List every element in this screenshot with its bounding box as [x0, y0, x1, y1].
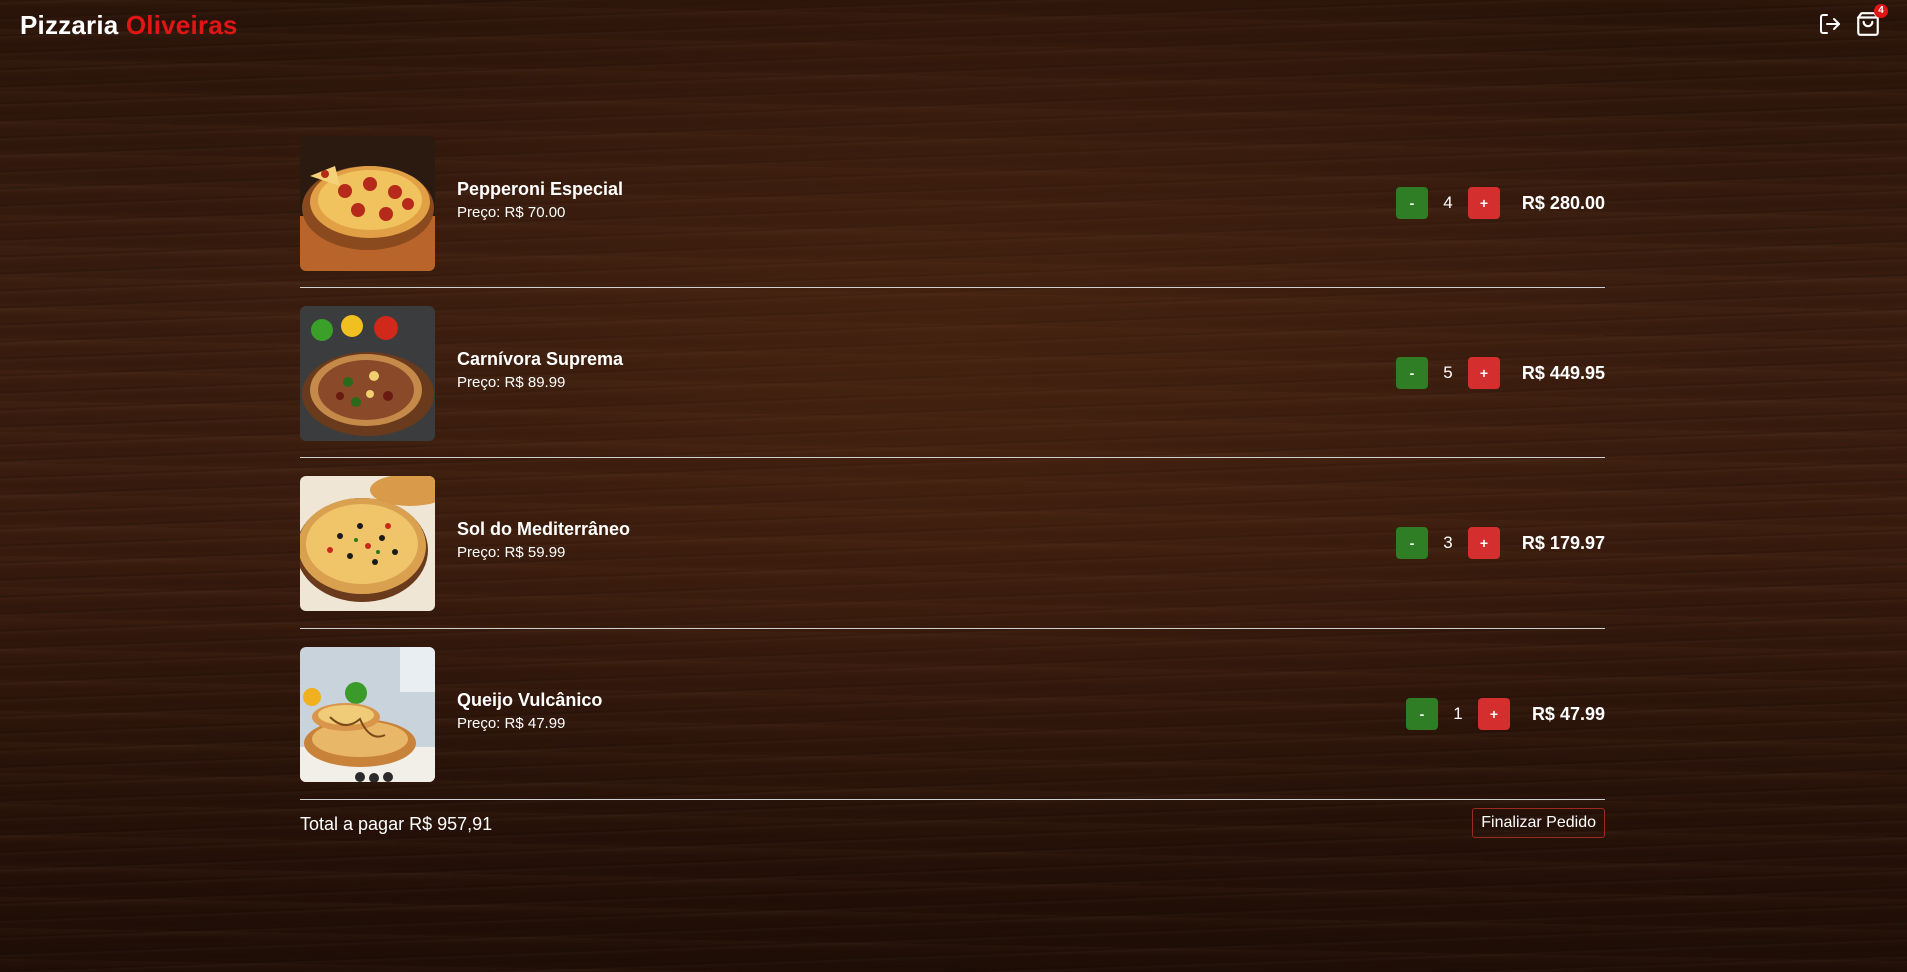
cart-footer: Total a pagar R$ 957,91 Finalizar Pedido [300, 808, 1605, 840]
cart-count-badge: 4 [1874, 4, 1888, 18]
quantity-value: 5 [1443, 363, 1453, 382]
brand-name-primary: Pizzaria [20, 10, 119, 40]
increase-quantity-button[interactable]: + [1467, 527, 1500, 559]
quantity-controls: - 4 + R$ 280.00 [1395, 187, 1605, 219]
pizza-image [300, 647, 435, 782]
finish-order-button[interactable]: Finalizar Pedido [1472, 808, 1605, 838]
pizza-image [300, 306, 435, 441]
logout-icon [1820, 14, 1840, 34]
order-total: Total a pagar R$ 957,91 [300, 814, 493, 834]
increase-quantity-button[interactable]: + [1467, 187, 1500, 219]
item-subtotal: R$ 179.97 [1521, 532, 1605, 553]
item-unit-price: Preço: R$ 59.99 [457, 544, 566, 561]
quantity-controls: - 3 + R$ 179.97 [1395, 527, 1605, 559]
increase-quantity-button[interactable]: + [1477, 698, 1510, 730]
item-name: Queijo Vulcânico [457, 690, 603, 710]
item-subtotal: R$ 47.99 [1531, 703, 1605, 724]
quantity-value: 4 [1443, 193, 1453, 212]
cart-item: Carnívora Suprema Preço: R$ 89.99 - 5 + … [300, 288, 1605, 458]
item-name: Carnívora Suprema [457, 349, 624, 369]
cart-item: Queijo Vulcânico Preço: R$ 47.99 - 1 + R… [300, 629, 1605, 800]
brand-logo[interactable]: Pizzaria Oliveiras [20, 10, 238, 41]
item-unit-price: Preço: R$ 89.99 [457, 374, 566, 391]
cart-item: Pepperoni Especial Preço: R$ 70.00 - 4 +… [300, 136, 1605, 288]
item-unit-price: Preço: R$ 47.99 [457, 715, 566, 732]
decrease-quantity-button[interactable]: - [1405, 698, 1438, 730]
quantity-controls: - 1 + R$ 47.99 [1405, 698, 1605, 730]
cart-item: Sol do Mediterrâneo Preço: R$ 59.99 - 3 … [300, 458, 1605, 629]
item-subtotal: R$ 280.00 [1521, 192, 1605, 213]
pizza-image [300, 476, 435, 611]
item-name: Sol do Mediterrâneo [457, 519, 631, 539]
brand-name-accent: Oliveiras [125, 10, 238, 40]
item-unit-price: Preço: R$ 70.00 [457, 204, 566, 221]
item-name: Pepperoni Especial [457, 179, 624, 199]
increase-quantity-button[interactable]: + [1467, 357, 1500, 389]
decrease-quantity-button[interactable]: - [1395, 187, 1428, 219]
cart-list: Pepperoni Especial Preço: R$ 70.00 - 4 +… [300, 136, 1605, 800]
quantity-value: 3 [1443, 533, 1453, 552]
logout-button[interactable] [1816, 10, 1844, 38]
quantity-value: 1 [1453, 704, 1463, 723]
pizza-image [300, 136, 435, 271]
top-header: Pizzaria Oliveiras 4 [0, 0, 1907, 56]
item-subtotal: R$ 449.95 [1521, 362, 1605, 383]
cart-button[interactable]: 4 [1854, 4, 1888, 38]
decrease-quantity-button[interactable]: - [1395, 527, 1428, 559]
quantity-controls: - 5 + R$ 449.95 [1395, 357, 1605, 389]
decrease-quantity-button[interactable]: - [1395, 357, 1428, 389]
